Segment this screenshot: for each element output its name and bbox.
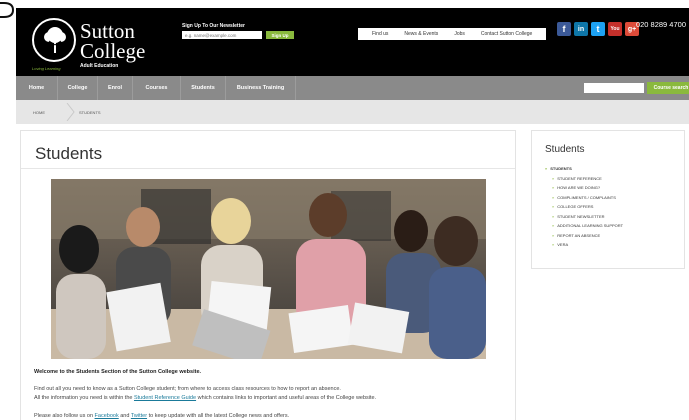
students-hero-image xyxy=(51,179,486,359)
page-title: Students xyxy=(35,144,103,163)
newsletter-email-input[interactable] xyxy=(182,31,262,39)
nav-home[interactable]: Home xyxy=(16,76,58,100)
logo-subtitle: Adult Education xyxy=(80,63,119,69)
main-nav: Home College Enrol Courses Students Busi… xyxy=(16,76,689,100)
sidebar-item-label: COLLEGE OFFERS xyxy=(557,204,594,209)
cropped-letter-shape xyxy=(0,2,14,18)
newsletter-title: Sign Up To Our Newsletter xyxy=(182,23,245,29)
welcome-heading: Welcome to the Students Section of the S… xyxy=(34,369,202,375)
sidebar-item-label: VERA xyxy=(557,242,569,247)
logo-title-line2: College xyxy=(80,39,146,63)
sidebar-item-college-offers[interactable]: » COLLEGE OFFERS xyxy=(545,202,623,212)
sidebar-item-vera[interactable]: » VERA xyxy=(545,240,623,250)
sidebar-item-report-an-absence[interactable]: » REPORT AN ABSENCE xyxy=(545,231,623,241)
sidebar-item-additional-learning-support[interactable]: » ADDITIONAL LEARNING SUPPORT xyxy=(545,221,623,231)
breadcrumb-separator-icon xyxy=(66,103,75,121)
intro2-text-pre: All the information you need is within t… xyxy=(34,395,134,401)
bullet-icon: » xyxy=(552,194,555,200)
toplink-contact[interactable]: Contact Sutton College xyxy=(481,31,532,37)
sidebar-item-label: HOW ARE WE DOING? xyxy=(557,185,601,190)
intro-paragraph-2: All the information you need is within t… xyxy=(34,395,376,401)
social-icons: f in t You g+ xyxy=(557,22,642,36)
sidebar-title: Students xyxy=(545,144,585,155)
breadcrumb-home[interactable]: HOME xyxy=(33,110,45,115)
top-links-bar: Find us News & Events Jobs Contact Sutto… xyxy=(358,28,547,40)
sidebar-item-label: REPORT AN ABSENCE xyxy=(557,232,601,238)
intro-paragraph-1: Find out all you need to know as a Sutto… xyxy=(34,386,341,392)
newsletter-signup-button[interactable]: Sign Up xyxy=(266,31,294,39)
main-content: Students Welcome to the Students Section… xyxy=(20,130,516,420)
nav-students[interactable]: Students xyxy=(181,76,226,100)
bullet-icon: » xyxy=(552,185,555,190)
nav-enrol[interactable]: Enrol xyxy=(98,76,133,100)
breadcrumb: HOME STUDENTS xyxy=(16,100,689,124)
sidebar-item-label: COMPLIMENTS / COMPLAINTS xyxy=(557,194,616,200)
intro3-text-mid: and xyxy=(118,413,131,419)
bullet-icon: » xyxy=(552,223,555,228)
sidebar-item-label: STUDENT REFERENCE xyxy=(557,175,602,181)
intro3-text-post: to keep update with all the latest Colle… xyxy=(147,413,290,419)
bullet-icon: » xyxy=(552,175,555,181)
twitter-link[interactable]: Twitter xyxy=(131,413,147,419)
bullet-icon: » xyxy=(552,213,555,219)
logo-ring-text: Loving Learning xyxy=(32,66,61,71)
phone-number: 020 8289 4700 xyxy=(635,20,686,29)
sidebar-item-label: ADDITIONAL LEARNING SUPPORT xyxy=(557,223,624,228)
bullet-icon: » xyxy=(552,232,555,238)
nav-courses[interactable]: Courses xyxy=(133,76,181,100)
toplink-news-events[interactable]: News & Events xyxy=(404,31,438,37)
sidebar-menu: » STUDENTS » STUDENT REFERENCE » HOW ARE WE… xyxy=(545,164,623,250)
facebook-icon[interactable]: f xyxy=(557,22,571,36)
site-header: Sutton College Adult Education Loving Le… xyxy=(16,8,689,76)
sidebar-item-students[interactable]: » STUDENTS xyxy=(545,164,623,174)
toplink-jobs[interactable]: Jobs xyxy=(454,31,465,37)
sidebar-item-compliments-complaints[interactable]: » COMPLIMENTS / COMPLAINTS xyxy=(545,193,623,203)
nav-business-training[interactable]: Business Training xyxy=(226,76,296,100)
toplink-find-us[interactable]: Find us xyxy=(372,31,388,37)
intro-paragraph-3: Please also follow us on Facebook and Tw… xyxy=(34,413,289,419)
twitter-icon[interactable]: t xyxy=(591,22,605,36)
sidebar-item-student-newsletter[interactable]: » STUDENT NEWSLETTER xyxy=(545,212,623,222)
student-reference-guide-link[interactable]: Student Reference Guide xyxy=(134,395,196,401)
facebook-link[interactable]: Facebook xyxy=(95,413,119,419)
nav-college[interactable]: College xyxy=(58,76,98,100)
title-divider xyxy=(21,168,515,169)
youtube-icon[interactable]: You xyxy=(608,22,622,36)
sidebar-item-label: STUDENT NEWSLETTER xyxy=(557,213,605,219)
tree-logo-icon xyxy=(32,18,76,62)
sidebar-item-label: STUDENTS xyxy=(550,166,572,171)
course-search-input[interactable] xyxy=(584,83,644,93)
students-sidebar: Students » STUDENTS » STUDENT REFERENCE » H… xyxy=(531,130,685,269)
intro2-text-post: which contains links to important and us… xyxy=(196,395,377,401)
linkedin-icon[interactable]: in xyxy=(574,22,588,36)
sidebar-item-how-are-we-doing[interactable]: » HOW ARE WE DOING? xyxy=(545,183,623,193)
breadcrumb-current: STUDENTS xyxy=(79,110,101,115)
site-logo[interactable]: Sutton College Adult Education Loving Le… xyxy=(32,18,152,71)
course-search-button[interactable]: Course search xyxy=(647,82,689,94)
intro3-text-pre: Please also follow us on xyxy=(34,413,95,419)
bullet-icon: » xyxy=(552,242,555,247)
sidebar-item-student-reference[interactable]: » STUDENT REFERENCE xyxy=(545,174,623,184)
bullet-icon: » xyxy=(552,204,555,209)
bullet-icon: » xyxy=(545,166,548,171)
